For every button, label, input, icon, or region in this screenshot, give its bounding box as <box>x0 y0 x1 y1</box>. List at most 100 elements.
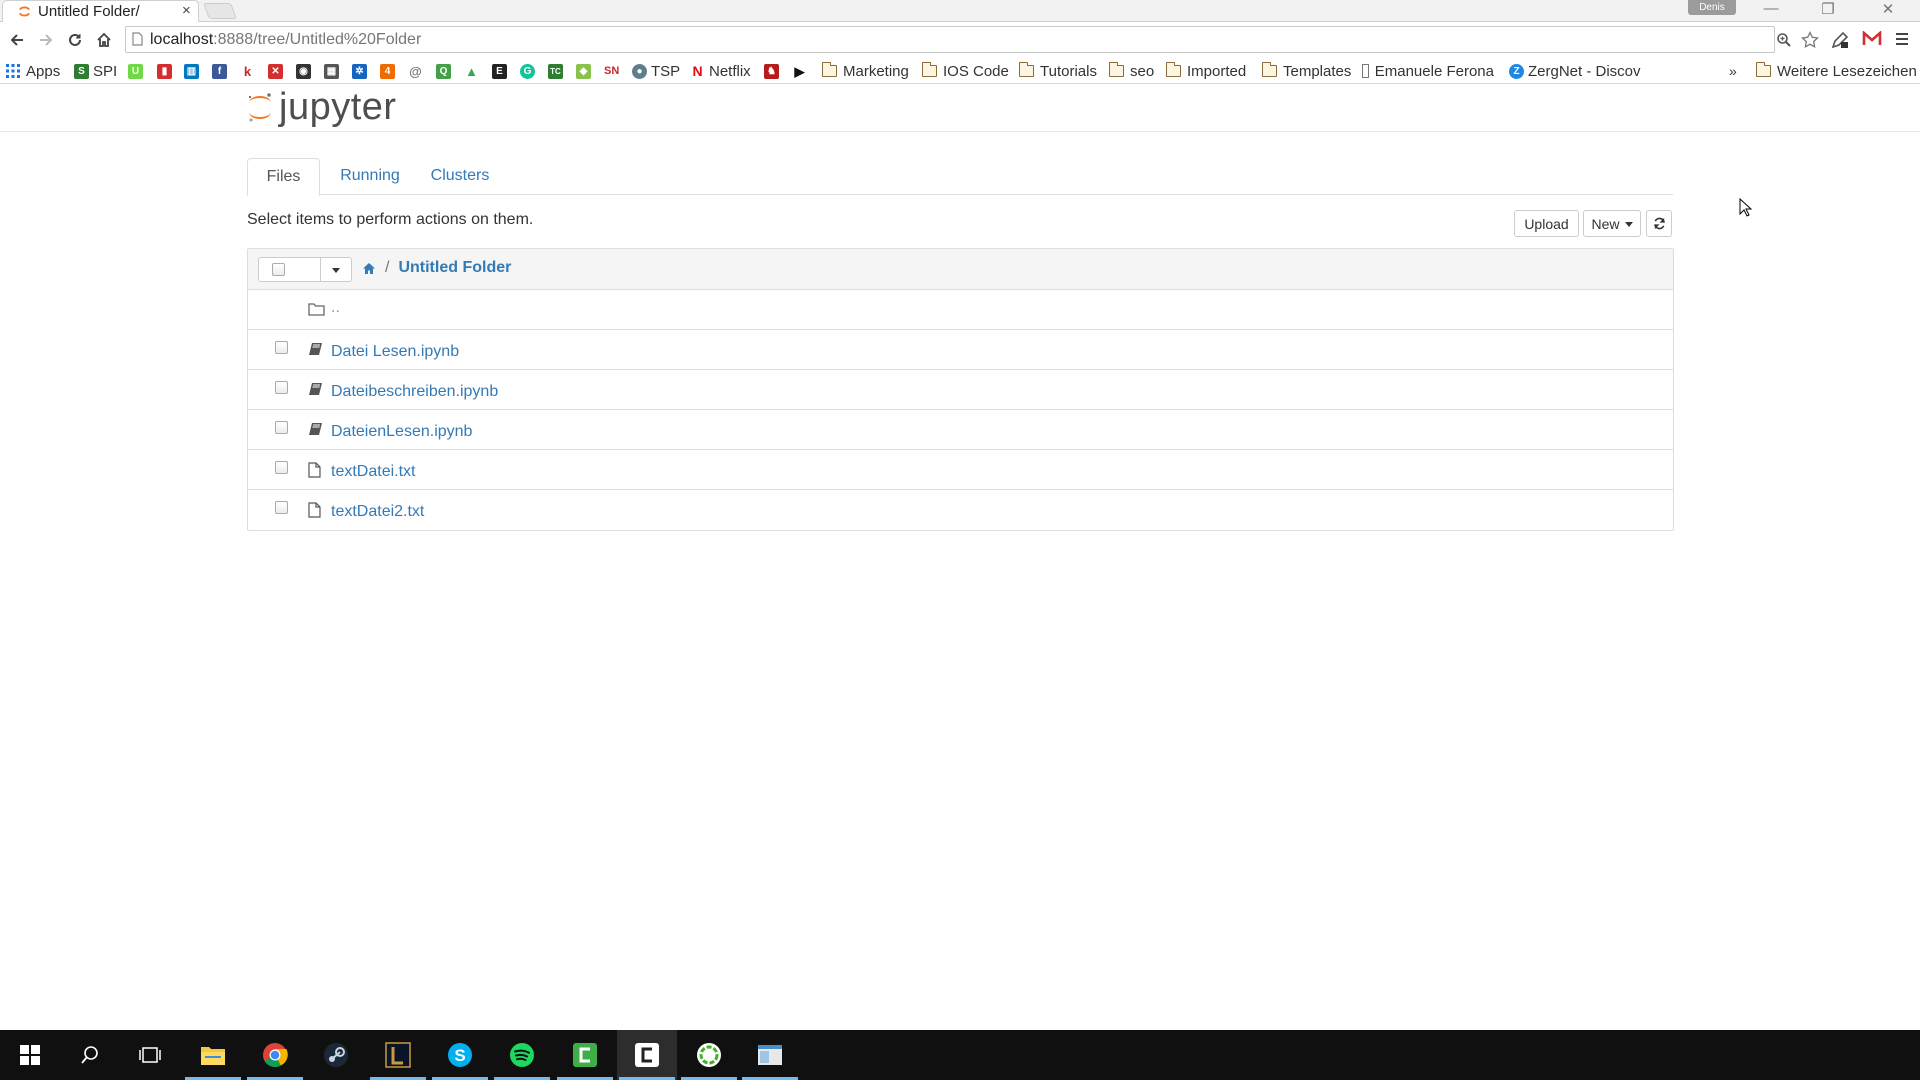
apps-grid-icon <box>6 64 20 78</box>
window-close-icon[interactable]: ✕ <box>1873 0 1903 18</box>
item-checkbox[interactable] <box>275 461 288 474</box>
bookmark-folder-seo[interactable]: seo <box>1108 61 1154 81</box>
bookmark-grammarly[interactable]: G <box>520 61 535 81</box>
gmail-icon[interactable] <box>1862 31 1882 47</box>
menu-icon[interactable] <box>1895 32 1909 46</box>
item-checkbox[interactable] <box>275 341 288 354</box>
bookmark-upwork[interactable]: U <box>128 61 143 81</box>
zoom-icon[interactable] <box>1776 32 1792 48</box>
bookmark-lion[interactable]: ♞ <box>764 61 779 81</box>
item-checkbox[interactable] <box>275 421 288 434</box>
breadcrumb-current-folder[interactable]: Untitled Folder <box>398 259 511 277</box>
refresh-button[interactable] <box>1646 210 1672 237</box>
list-item[interactable]: DateienLesen.ipynb <box>248 410 1673 450</box>
tab-files[interactable]: Files <box>247 158 320 196</box>
bookmark-netflix[interactable]: N Netflix <box>690 61 751 81</box>
bookmark-drive[interactable]: ▲ <box>464 61 479 81</box>
taskbar-skype[interactable]: S <box>430 1030 490 1080</box>
select-divider <box>320 258 321 281</box>
bookmarks-overflow-chevron[interactable]: » <box>1729 61 1737 81</box>
bookmark-emanuele-ferona[interactable]: Emanuele Ferona <box>1362 61 1494 81</box>
file-link[interactable]: Dateibeschreiben.ipynb <box>331 383 498 401</box>
select-all-checkbox[interactable] <box>272 263 285 276</box>
bookmark-tc[interactable]: TC <box>548 61 563 81</box>
list-item[interactable]: Dateibeschreiben.ipynb <box>248 370 1673 410</box>
bookmark-folder-tutorials[interactable]: Tutorials <box>1018 61 1097 81</box>
browser-tab[interactable]: Untitled Folder/ × <box>2 0 199 22</box>
bookmark-spi[interactable]: S SPI <box>74 61 117 81</box>
bookmark-at[interactable]: @ <box>408 61 423 81</box>
spi-icon: S <box>74 63 89 79</box>
bookmark-cross[interactable]: ✕ <box>268 61 283 81</box>
bookmark-e[interactable]: E <box>492 61 507 81</box>
chevron-down-icon[interactable] <box>332 268 340 273</box>
bookmark-star-icon[interactable] <box>1801 31 1819 49</box>
list-item[interactable]: textDatei2.txt <box>248 490 1673 530</box>
file-link[interactable]: DateienLesen.ipynb <box>331 423 472 441</box>
bookmark-folder-imported[interactable]: Imported <box>1165 61 1246 81</box>
new-tab-button[interactable] <box>203 3 237 19</box>
bookmark-tsp[interactable]: ● TSP <box>632 61 680 81</box>
taskbar-camtasia-recorder[interactable] <box>555 1030 615 1080</box>
forward-button[interactable] <box>34 28 58 52</box>
bookmark-red-square[interactable]: ▮ <box>157 61 172 81</box>
bookmark-android[interactable]: ◆ <box>576 61 591 81</box>
bookmark-apps[interactable]: Apps <box>6 61 60 81</box>
bookmark-folder-marketing[interactable]: Marketing <box>821 61 909 81</box>
windows-start-icon <box>20 1045 40 1065</box>
bookmark-trello[interactable]: ▥ <box>184 61 199 81</box>
extension-pen-icon[interactable] <box>1830 30 1850 50</box>
profile-badge[interactable]: Denis <box>1688 0 1736 15</box>
file-link[interactable]: textDatei2.txt <box>331 503 424 521</box>
bookmark-sn[interactable]: SN <box>604 61 619 81</box>
taskbar-anaconda[interactable] <box>679 1030 739 1080</box>
back-button[interactable] <box>5 28 29 52</box>
bookmark-play[interactable]: ▶ <box>792 61 807 81</box>
bookmark-k[interactable]: k <box>240 61 255 81</box>
taskbar-camtasia[interactable] <box>617 1030 677 1080</box>
item-checkbox[interactable] <box>275 381 288 394</box>
home-icon[interactable] <box>362 262 376 275</box>
start-button[interactable] <box>0 1030 60 1080</box>
list-item[interactable]: textDatei.txt <box>248 450 1673 490</box>
bookmark-pattern[interactable]: ▦ <box>324 61 339 81</box>
reload-button[interactable] <box>63 28 87 52</box>
jupyter-logo[interactable]: jupyter <box>247 84 397 130</box>
tab-clusters[interactable]: Clusters <box>419 158 501 195</box>
bookmark-camera[interactable]: ◉ <box>296 61 311 81</box>
list-item[interactable]: Datei Lesen.ipynb <box>248 330 1673 370</box>
address-bar[interactable]: localhost:8888/tree/Untitled%20Folder <box>125 26 1819 53</box>
taskbar-steam[interactable] <box>306 1030 366 1080</box>
bookmark-zergnet[interactable]: Z ZergNet - Discov <box>1509 61 1646 81</box>
new-dropdown-button[interactable]: New <box>1583 210 1641 237</box>
bookmark-gear[interactable]: ✲ <box>352 61 367 81</box>
home-button[interactable] <box>92 28 116 52</box>
task-view-button[interactable] <box>120 1030 180 1080</box>
list-item-parent[interactable]: .. <box>248 290 1673 330</box>
taskbar-search[interactable] <box>60 1030 120 1080</box>
other-bookmarks[interactable]: Weitere Lesezeichen <box>1755 61 1917 81</box>
taskbar-window-app[interactable] <box>740 1030 800 1080</box>
minimize-icon[interactable]: — <box>1756 0 1786 17</box>
taskbar-spotify[interactable] <box>492 1030 552 1080</box>
bookmark-facebook[interactable]: f <box>212 61 227 81</box>
bookmark-q[interactable]: Q <box>436 61 451 81</box>
back-arrow-icon <box>10 34 23 46</box>
taskbar-league-of-legends[interactable] <box>368 1030 428 1080</box>
tab-close-icon[interactable]: × <box>182 2 191 19</box>
taskbar-file-explorer[interactable] <box>183 1030 243 1080</box>
file-link[interactable]: textDatei.txt <box>331 463 415 481</box>
bookmark-folder-ios-code[interactable]: IOS Code <box>921 61 1009 81</box>
steam-icon <box>324 1043 348 1067</box>
select-all-dropdown[interactable] <box>258 257 352 282</box>
tab-running[interactable]: Running <box>330 158 410 195</box>
parent-directory-link[interactable]: .. <box>331 299 340 317</box>
restore-icon[interactable]: ❐ <box>1813 0 1843 18</box>
bookmark-folder-templates[interactable]: Templates <box>1261 61 1351 81</box>
item-checkbox[interactable] <box>275 501 288 514</box>
android-icon: ◆ <box>576 63 591 79</box>
taskbar-chrome[interactable] <box>245 1030 305 1080</box>
file-link[interactable]: Datei Lesen.ipynb <box>331 343 459 361</box>
bookmark-four[interactable]: 4 <box>380 61 395 81</box>
upload-button[interactable]: Upload <box>1514 210 1579 237</box>
